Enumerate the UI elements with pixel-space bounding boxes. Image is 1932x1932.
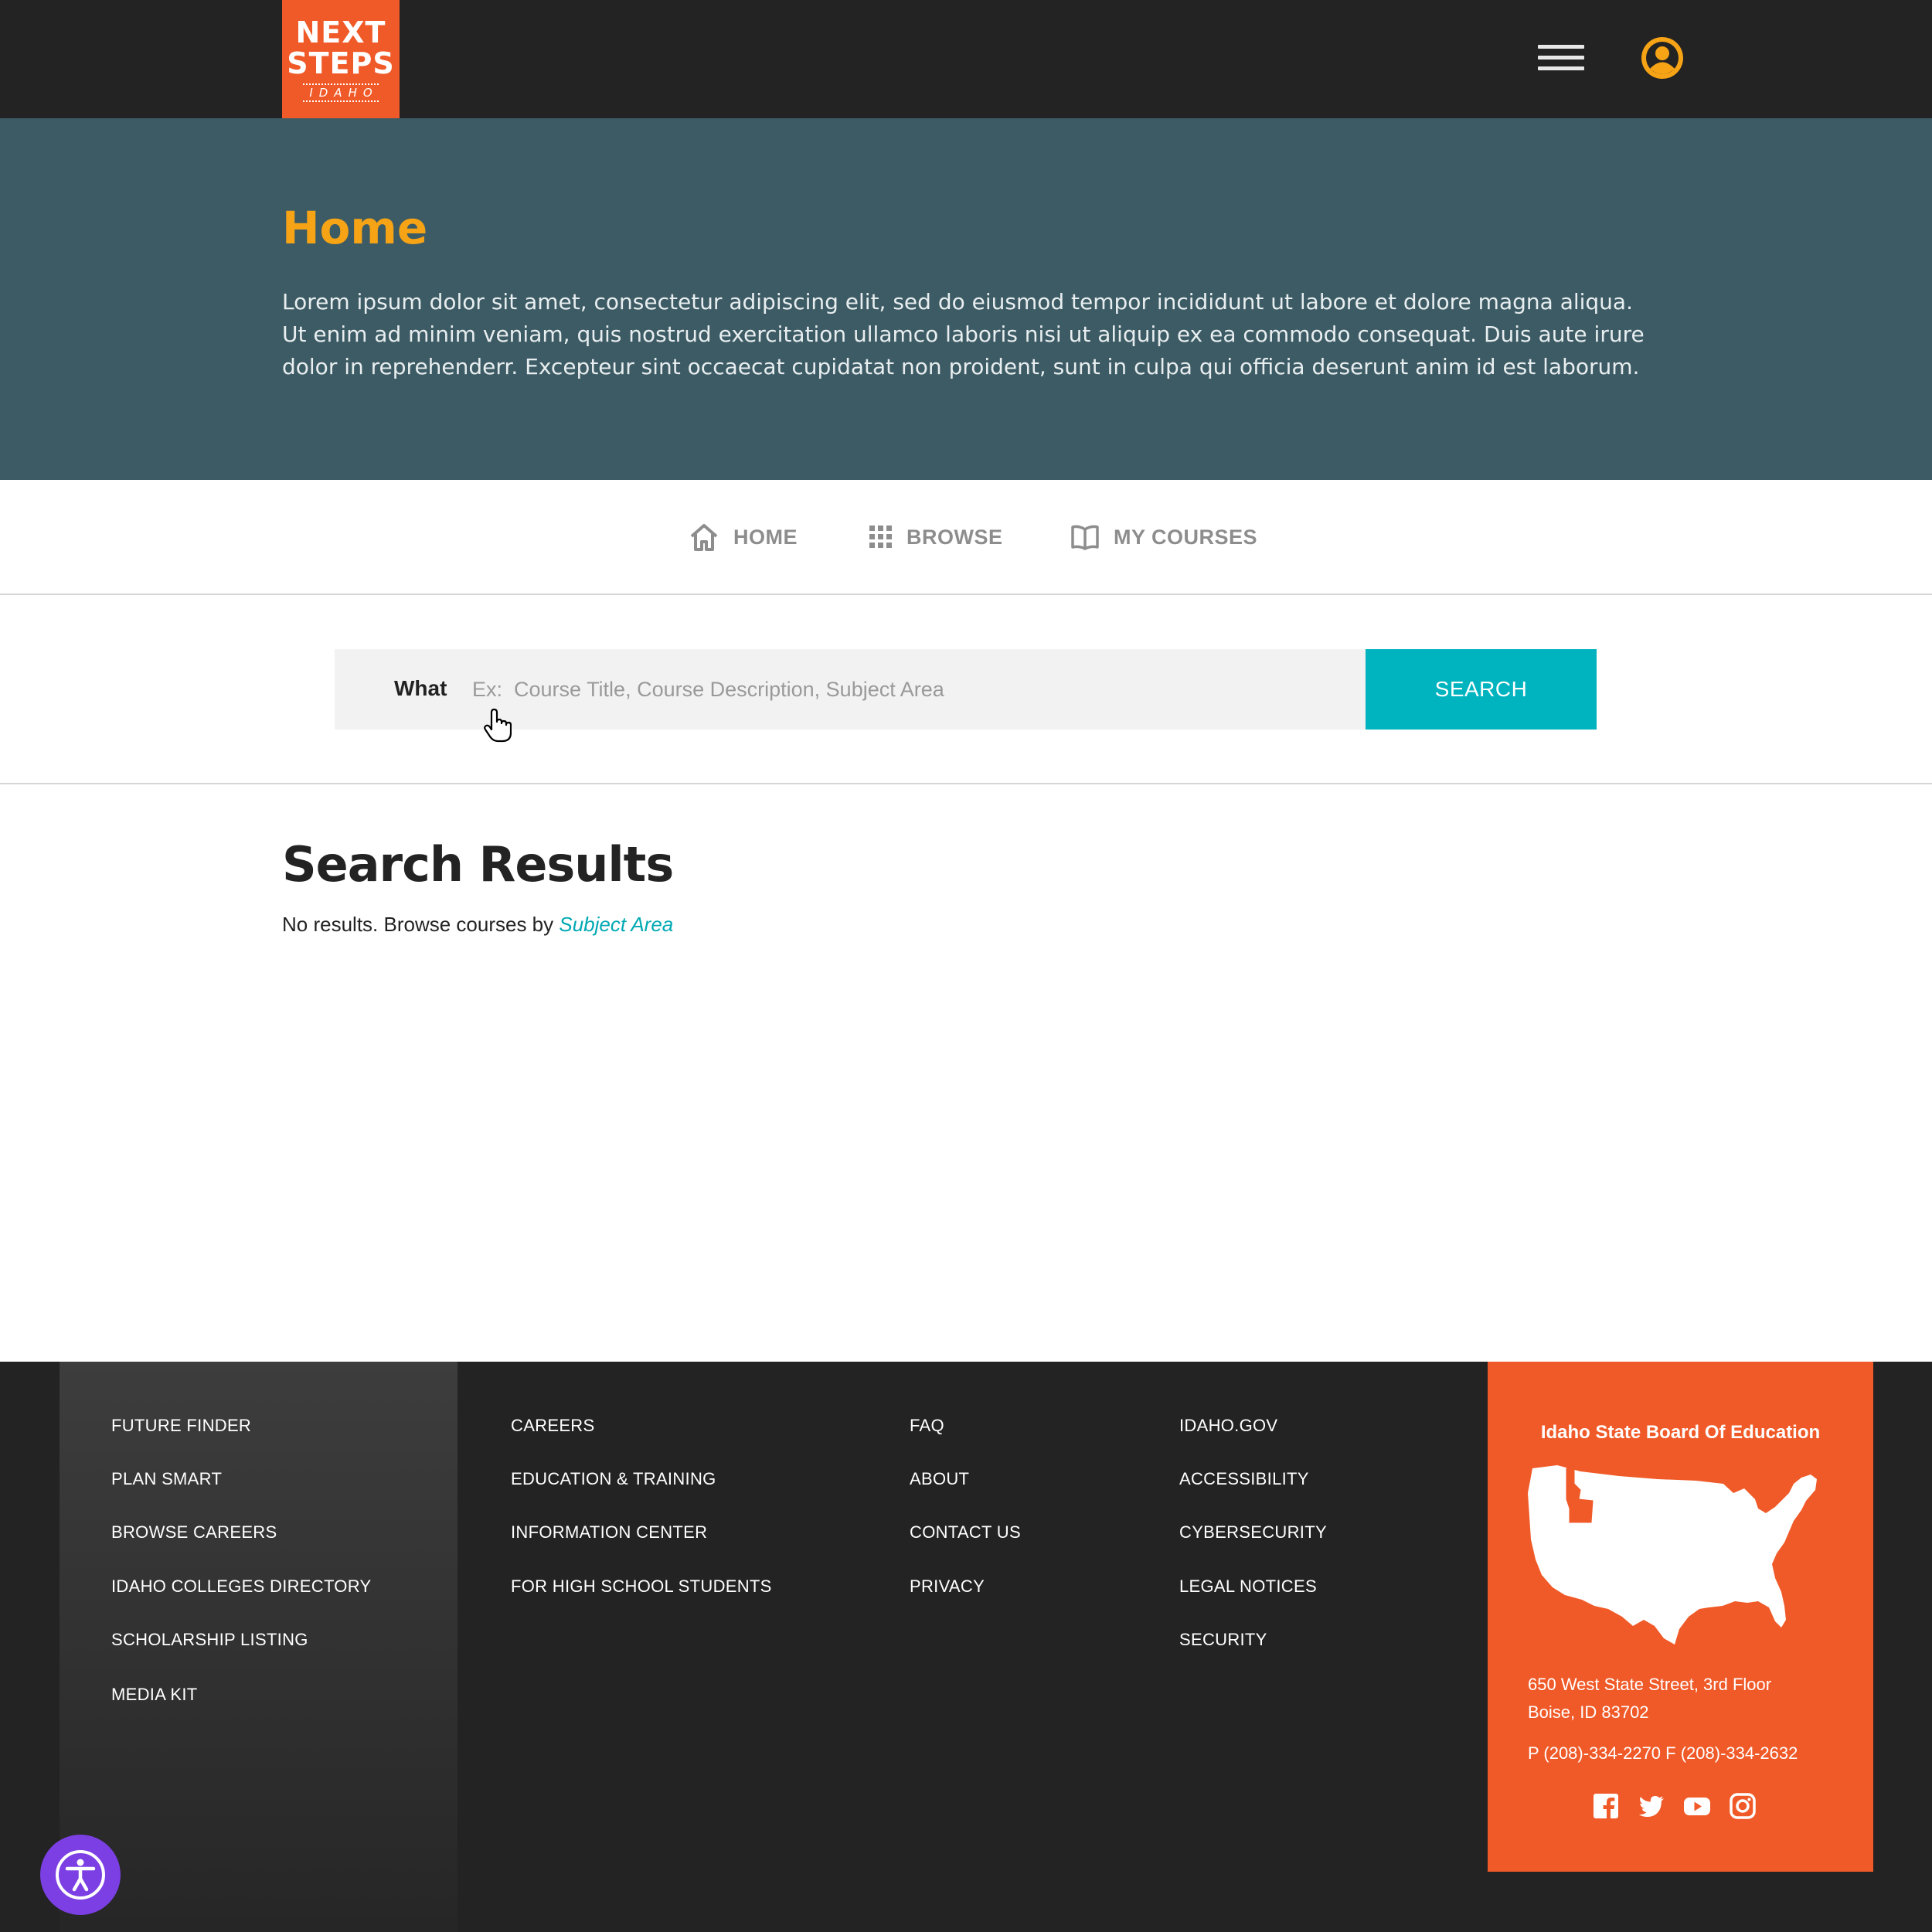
instagram-icon[interactable] [1729, 1792, 1757, 1820]
nav-item-my-courses[interactable]: MY COURSES [1070, 522, 1257, 553]
footer-link-careers[interactable]: CAREERS [511, 1416, 594, 1436]
footer-link-idaho-gov[interactable]: IDAHO.GOV [1179, 1416, 1277, 1436]
home-icon [690, 524, 718, 551]
next-steps-logo[interactable]: NEXT STEPS IDAHO [282, 0, 400, 118]
footer-link-privacy[interactable]: PRIVACY [910, 1577, 985, 1597]
footer-link-contact-us[interactable]: CONTACT US [910, 1522, 1021, 1543]
grid-icon [869, 526, 892, 548]
accessibility-icon[interactable] [40, 1835, 121, 1915]
logo-line-2: STEPS [287, 46, 395, 80]
footer-link-accessibility[interactable]: ACCESSIBILITY [1179, 1469, 1309, 1489]
footer-link-for-high-school-students[interactable]: FOR HIGH SCHOOL STUDENTS [511, 1577, 772, 1597]
social-links [1592, 1792, 1774, 1820]
footer-link-browse-careers[interactable]: BROWSE CAREERS [111, 1522, 277, 1543]
footer-link-scholarship-listing[interactable]: SCHOLARSHIP LISTING [111, 1630, 308, 1650]
search-section: What SEARCH [0, 595, 1932, 784]
footer-link-legal-notices[interactable]: LEGAL NOTICES [1179, 1577, 1317, 1597]
address-line-1: 650 West State Street, 3rd Floor [1528, 1675, 1772, 1694]
footer-link-cybersecurity[interactable]: CYBERSECURITY [1179, 1522, 1327, 1543]
hand-pointer-cursor-icon [484, 709, 512, 743]
contact-title: Idaho State Board Of Education [1540, 1422, 1821, 1443]
footer-link-media-kit[interactable]: MEDIA KIT [111, 1685, 198, 1705]
top-bar: NEXT STEPS IDAHO [0, 0, 1932, 118]
results-message: No results. Browse courses by Subject Ar… [282, 913, 673, 937]
footer-link-information-center[interactable]: INFORMATION CENTER [511, 1522, 707, 1543]
footer-link-idaho-colleges-directory[interactable]: IDAHO COLLEGES DIRECTORY [111, 1577, 371, 1597]
footer-link-future-finder[interactable]: FUTURE FINDER [111, 1416, 251, 1436]
hamburger-menu-icon[interactable] [1538, 45, 1584, 73]
hero-description: Lorem ipsum dolor sit amet, consectetur … [282, 289, 1645, 379]
youtube-icon[interactable] [1683, 1792, 1711, 1820]
footer-link-education-training[interactable]: EDUCATION & TRAINING [511, 1469, 716, 1489]
facebook-icon[interactable] [1592, 1792, 1620, 1820]
subject-area-link[interactable]: Subject Area [559, 913, 673, 936]
logo-line-3: IDAHO [303, 83, 379, 102]
address-line-2: Boise, ID 83702 [1528, 1702, 1649, 1722]
nav-item-label: HOME [733, 525, 798, 549]
accessibility-person-icon [56, 1850, 105, 1900]
section-nav: HOME BROWSE MY COURSES [0, 480, 1932, 595]
user-account-icon[interactable] [1641, 37, 1683, 79]
nav-item-label: MY COURSES [1114, 525, 1258, 549]
results-title: Search Results [282, 836, 674, 893]
contact-address: 650 West State Street, 3rd Floor Boise, … [1528, 1671, 1771, 1726]
us-map-icon [1528, 1465, 1817, 1645]
page-title: Home [282, 202, 428, 254]
footer-link-security[interactable]: SECURITY [1179, 1630, 1267, 1650]
footer-link-plan-smart[interactable]: PLAN SMART [111, 1469, 222, 1489]
search-input[interactable] [472, 668, 1345, 711]
hero-banner: Home Lorem ipsum dolor sit amet, consect… [0, 118, 1932, 480]
open-book-icon [1071, 525, 1099, 550]
nav-item-label: BROWSE [906, 525, 1003, 549]
footer-link-about[interactable]: ABOUT [910, 1469, 969, 1489]
footer: FUTURE FINDER PLAN SMART BROWSE CAREERS … [0, 1362, 1932, 1932]
no-results-text: No results. Browse courses by [282, 913, 560, 936]
footer-link-faq[interactable]: FAQ [910, 1416, 944, 1436]
twitter-icon[interactable] [1638, 1792, 1665, 1820]
logo-line-1: NEXT [295, 15, 386, 49]
search-button[interactable]: SEARCH [1366, 649, 1597, 730]
nav-item-browse[interactable]: BROWSE [869, 522, 1003, 553]
contact-card: Idaho State Board Of Education 650 West … [1488, 1362, 1873, 1872]
nav-item-home[interactable]: HOME [689, 522, 798, 553]
contact-phone: P (208)-334-2270 F (208)-334-2632 [1528, 1743, 1798, 1763]
search-label: What [394, 676, 447, 700]
